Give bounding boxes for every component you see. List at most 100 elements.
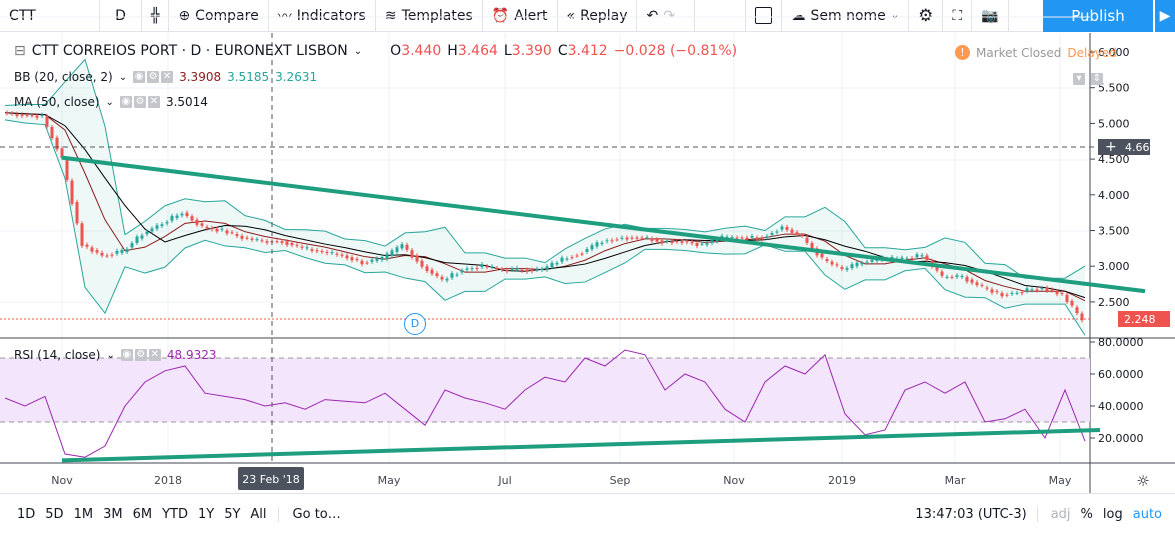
open-label: O: [390, 43, 402, 59]
candle: [385, 253, 389, 260]
candle: [30, 115, 34, 117]
eye-icon[interactable]: ◉: [133, 71, 146, 83]
range-1y[interactable]: 1Y: [193, 507, 219, 522]
bb-label[interactable]: BB (20, close, 2): [14, 70, 113, 84]
candle: [975, 282, 979, 286]
collapse-icon[interactable]: ⊟: [14, 43, 26, 59]
candle: [620, 237, 624, 239]
crosshair-plus-icon: +: [1105, 139, 1117, 155]
candle: [950, 276, 954, 278]
range-1m[interactable]: 1M: [69, 507, 99, 522]
candle: [355, 259, 359, 261]
gear-icon[interactable]: ⚙: [134, 349, 147, 361]
auto-toggle[interactable]: auto: [1128, 507, 1167, 522]
candle: [180, 213, 184, 216]
candle: [495, 267, 499, 269]
range-3m[interactable]: 3M: [98, 507, 128, 522]
candle: [465, 268, 469, 270]
candle: [1020, 292, 1024, 294]
symbol-title[interactable]: CTT CORREIOS PORT · D · EURONEXT LISBON: [32, 43, 348, 59]
candle: [235, 234, 239, 236]
candle: [770, 233, 774, 235]
candle: [1045, 287, 1049, 291]
ma-label[interactable]: MA (50, close): [14, 95, 100, 109]
candle: [1015, 292, 1019, 294]
price-tick-label: 4.500: [1098, 153, 1130, 166]
maximize-pane-icon[interactable]: ⇕: [1091, 73, 1103, 85]
collapse-down-icon[interactable]: ▾: [1073, 73, 1085, 85]
candle: [440, 276, 444, 280]
candle: [750, 236, 754, 238]
candle: [650, 238, 654, 241]
candle: [140, 235, 144, 239]
candle: [185, 212, 189, 217]
time-tick-label: May: [378, 474, 401, 487]
dividend-marker[interactable]: D: [404, 313, 426, 335]
candle: [1070, 301, 1074, 306]
candle: [290, 242, 294, 246]
candle: [145, 231, 149, 235]
candle: [595, 242, 599, 247]
adj-toggle[interactable]: adj: [1046, 507, 1076, 522]
candle: [240, 235, 244, 239]
candle: [485, 266, 489, 268]
candle: [705, 243, 709, 245]
candle: [585, 249, 589, 252]
candle: [305, 247, 309, 249]
percent-toggle[interactable]: %: [1076, 507, 1098, 522]
candle: [300, 246, 304, 248]
rsi-tick-label: 80.0000: [1098, 336, 1144, 349]
rsi-label[interactable]: RSI (14, close): [14, 348, 100, 362]
candle: [150, 228, 154, 232]
price-tick-label: 4.000: [1098, 189, 1130, 202]
candle: [460, 270, 464, 273]
candle: [645, 237, 649, 239]
candle: [200, 223, 204, 226]
goto-button[interactable]: Go to…: [277, 507, 346, 522]
time-tick-label: May: [1049, 474, 1072, 487]
candle: [430, 269, 434, 274]
ma-value: 3.5014: [165, 95, 208, 109]
gear-icon[interactable]: ⚙: [147, 71, 160, 83]
candle: [605, 240, 609, 242]
range-6m[interactable]: 6M: [128, 507, 158, 522]
candle: [345, 255, 349, 259]
candle: [10, 113, 14, 115]
candle: [155, 225, 159, 229]
close-icon[interactable]: ✕: [148, 349, 161, 361]
warning-icon[interactable]: !: [955, 45, 970, 60]
range-all[interactable]: All: [245, 507, 271, 522]
candle: [335, 253, 339, 255]
range-ytd[interactable]: YTD: [157, 507, 193, 522]
low-value: 3.390: [511, 43, 552, 59]
settings-sun-icon[interactable]: ☼: [1136, 472, 1149, 490]
gear-icon[interactable]: ⚙: [133, 96, 146, 108]
candle: [740, 237, 744, 239]
candle: [865, 261, 869, 263]
log-toggle[interactable]: log: [1098, 507, 1128, 522]
candle: [95, 250, 99, 253]
candle: [315, 250, 319, 252]
candle: [445, 278, 449, 281]
range-1d[interactable]: 1D: [12, 507, 40, 522]
candle: [480, 264, 484, 268]
eye-icon[interactable]: ◉: [120, 349, 133, 361]
candle: [365, 262, 369, 264]
close-icon[interactable]: ✕: [147, 96, 160, 108]
rsi-tick-label: 20.0000: [1098, 432, 1144, 445]
candle: [985, 287, 989, 289]
candle: [615, 239, 619, 241]
range-5y[interactable]: 5Y: [219, 507, 245, 522]
time-tick-label: Nov: [723, 474, 745, 487]
candle: [790, 229, 794, 233]
candle: [285, 241, 289, 245]
candle: [320, 251, 324, 253]
range-buttons: 1D 5D 1M 3M 6M YTD 1Y 5Y All: [0, 507, 272, 522]
range-5d[interactable]: 5D: [40, 507, 68, 522]
close-icon[interactable]: ✕: [161, 71, 174, 83]
candle: [1035, 289, 1039, 291]
candle: [105, 255, 109, 257]
candle: [275, 241, 279, 243]
eye-icon[interactable]: ◉: [119, 96, 132, 108]
candle: [395, 247, 399, 252]
